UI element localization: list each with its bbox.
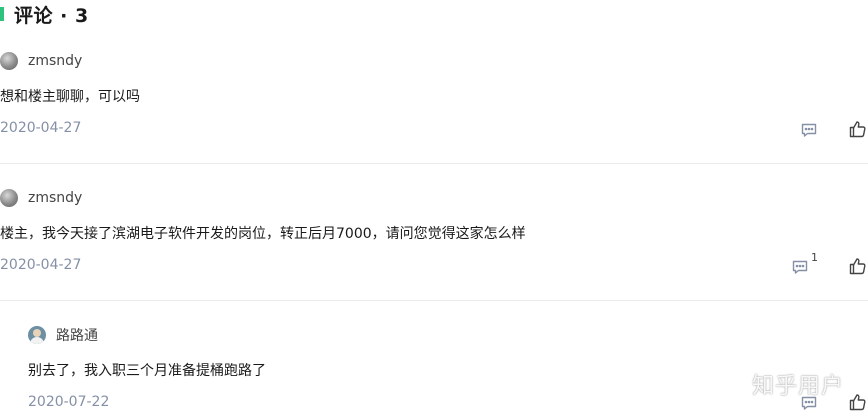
- comment-text: 楼主，我今天接了滨湖电子软件开发的岗位，转正后月7000，请问您觉得这家怎么样: [0, 226, 526, 242]
- comment-date: 2020-04-27: [0, 120, 82, 136]
- like-icon[interactable]: [848, 256, 868, 276]
- comment-icon[interactable]: [799, 120, 819, 140]
- comments-header: 评论 · 3: [0, 0, 89, 28]
- reply-count: 1: [811, 251, 818, 264]
- divider: [0, 300, 868, 301]
- author-name[interactable]: 路路通: [56, 325, 98, 345]
- comment-author[interactable]: zmsndy: [0, 50, 82, 72]
- like-icon[interactable]: [848, 392, 868, 412]
- comment-author[interactable]: zmsndy: [0, 187, 82, 209]
- comment-date: 2020-04-27: [0, 257, 82, 273]
- divider: [0, 163, 868, 164]
- author-name[interactable]: zmsndy: [28, 190, 82, 206]
- comment-text: 别去了，我入职三个月准备提桶跑路了: [28, 363, 266, 379]
- comment-date: 2020-07-22: [28, 394, 110, 410]
- comment-icon[interactable]: [790, 257, 810, 277]
- section-accent-bar: [0, 7, 4, 21]
- comment-text: 想和楼主聊聊，可以吗: [0, 89, 140, 105]
- watermark: 知乎用户: [751, 374, 844, 399]
- avatar[interactable]: [0, 189, 18, 207]
- author-name[interactable]: zmsndy: [28, 53, 82, 69]
- comment-author[interactable]: 路路通: [28, 324, 98, 346]
- comments-title: 评论 · 3: [14, 4, 89, 27]
- avatar[interactable]: [28, 326, 46, 344]
- like-icon[interactable]: [848, 119, 868, 139]
- avatar[interactable]: [0, 52, 18, 70]
